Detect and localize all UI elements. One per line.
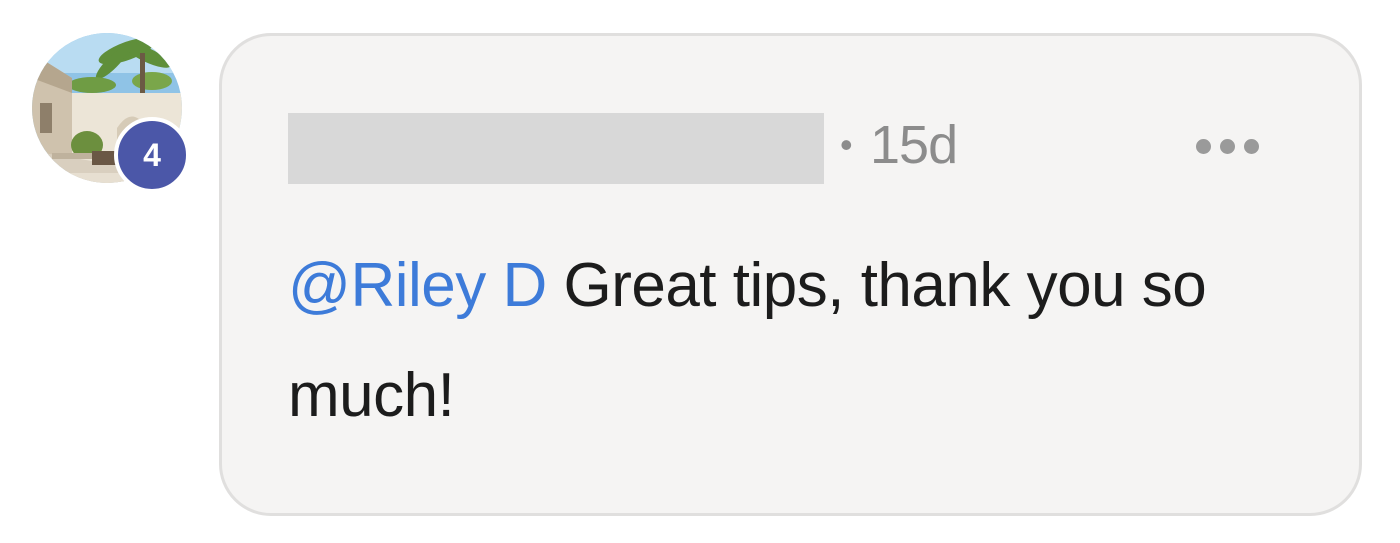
comment-thread-item: 4 • 15d @Riley D Great tips, thank you s… [0, 0, 1400, 543]
more-horizontal-icon-dot [1243, 138, 1259, 154]
comment-bubble: • 15d @Riley D Great tips, thank you so … [219, 33, 1362, 516]
comment-text: @Riley D Great tips, thank you so much! [288, 231, 1308, 451]
notification-count-badge: 4 [114, 117, 190, 193]
badge-count: 4 [143, 137, 161, 173]
comment-timestamp: 15d [870, 115, 958, 175]
user-mention-link[interactable]: @Riley D [288, 251, 547, 320]
more-options-button[interactable] [1182, 126, 1272, 166]
meta-separator: • [840, 124, 853, 165]
author-name-redacted[interactable] [288, 113, 824, 184]
more-horizontal-icon [1195, 138, 1211, 154]
more-horizontal-icon-dot [1219, 138, 1235, 154]
